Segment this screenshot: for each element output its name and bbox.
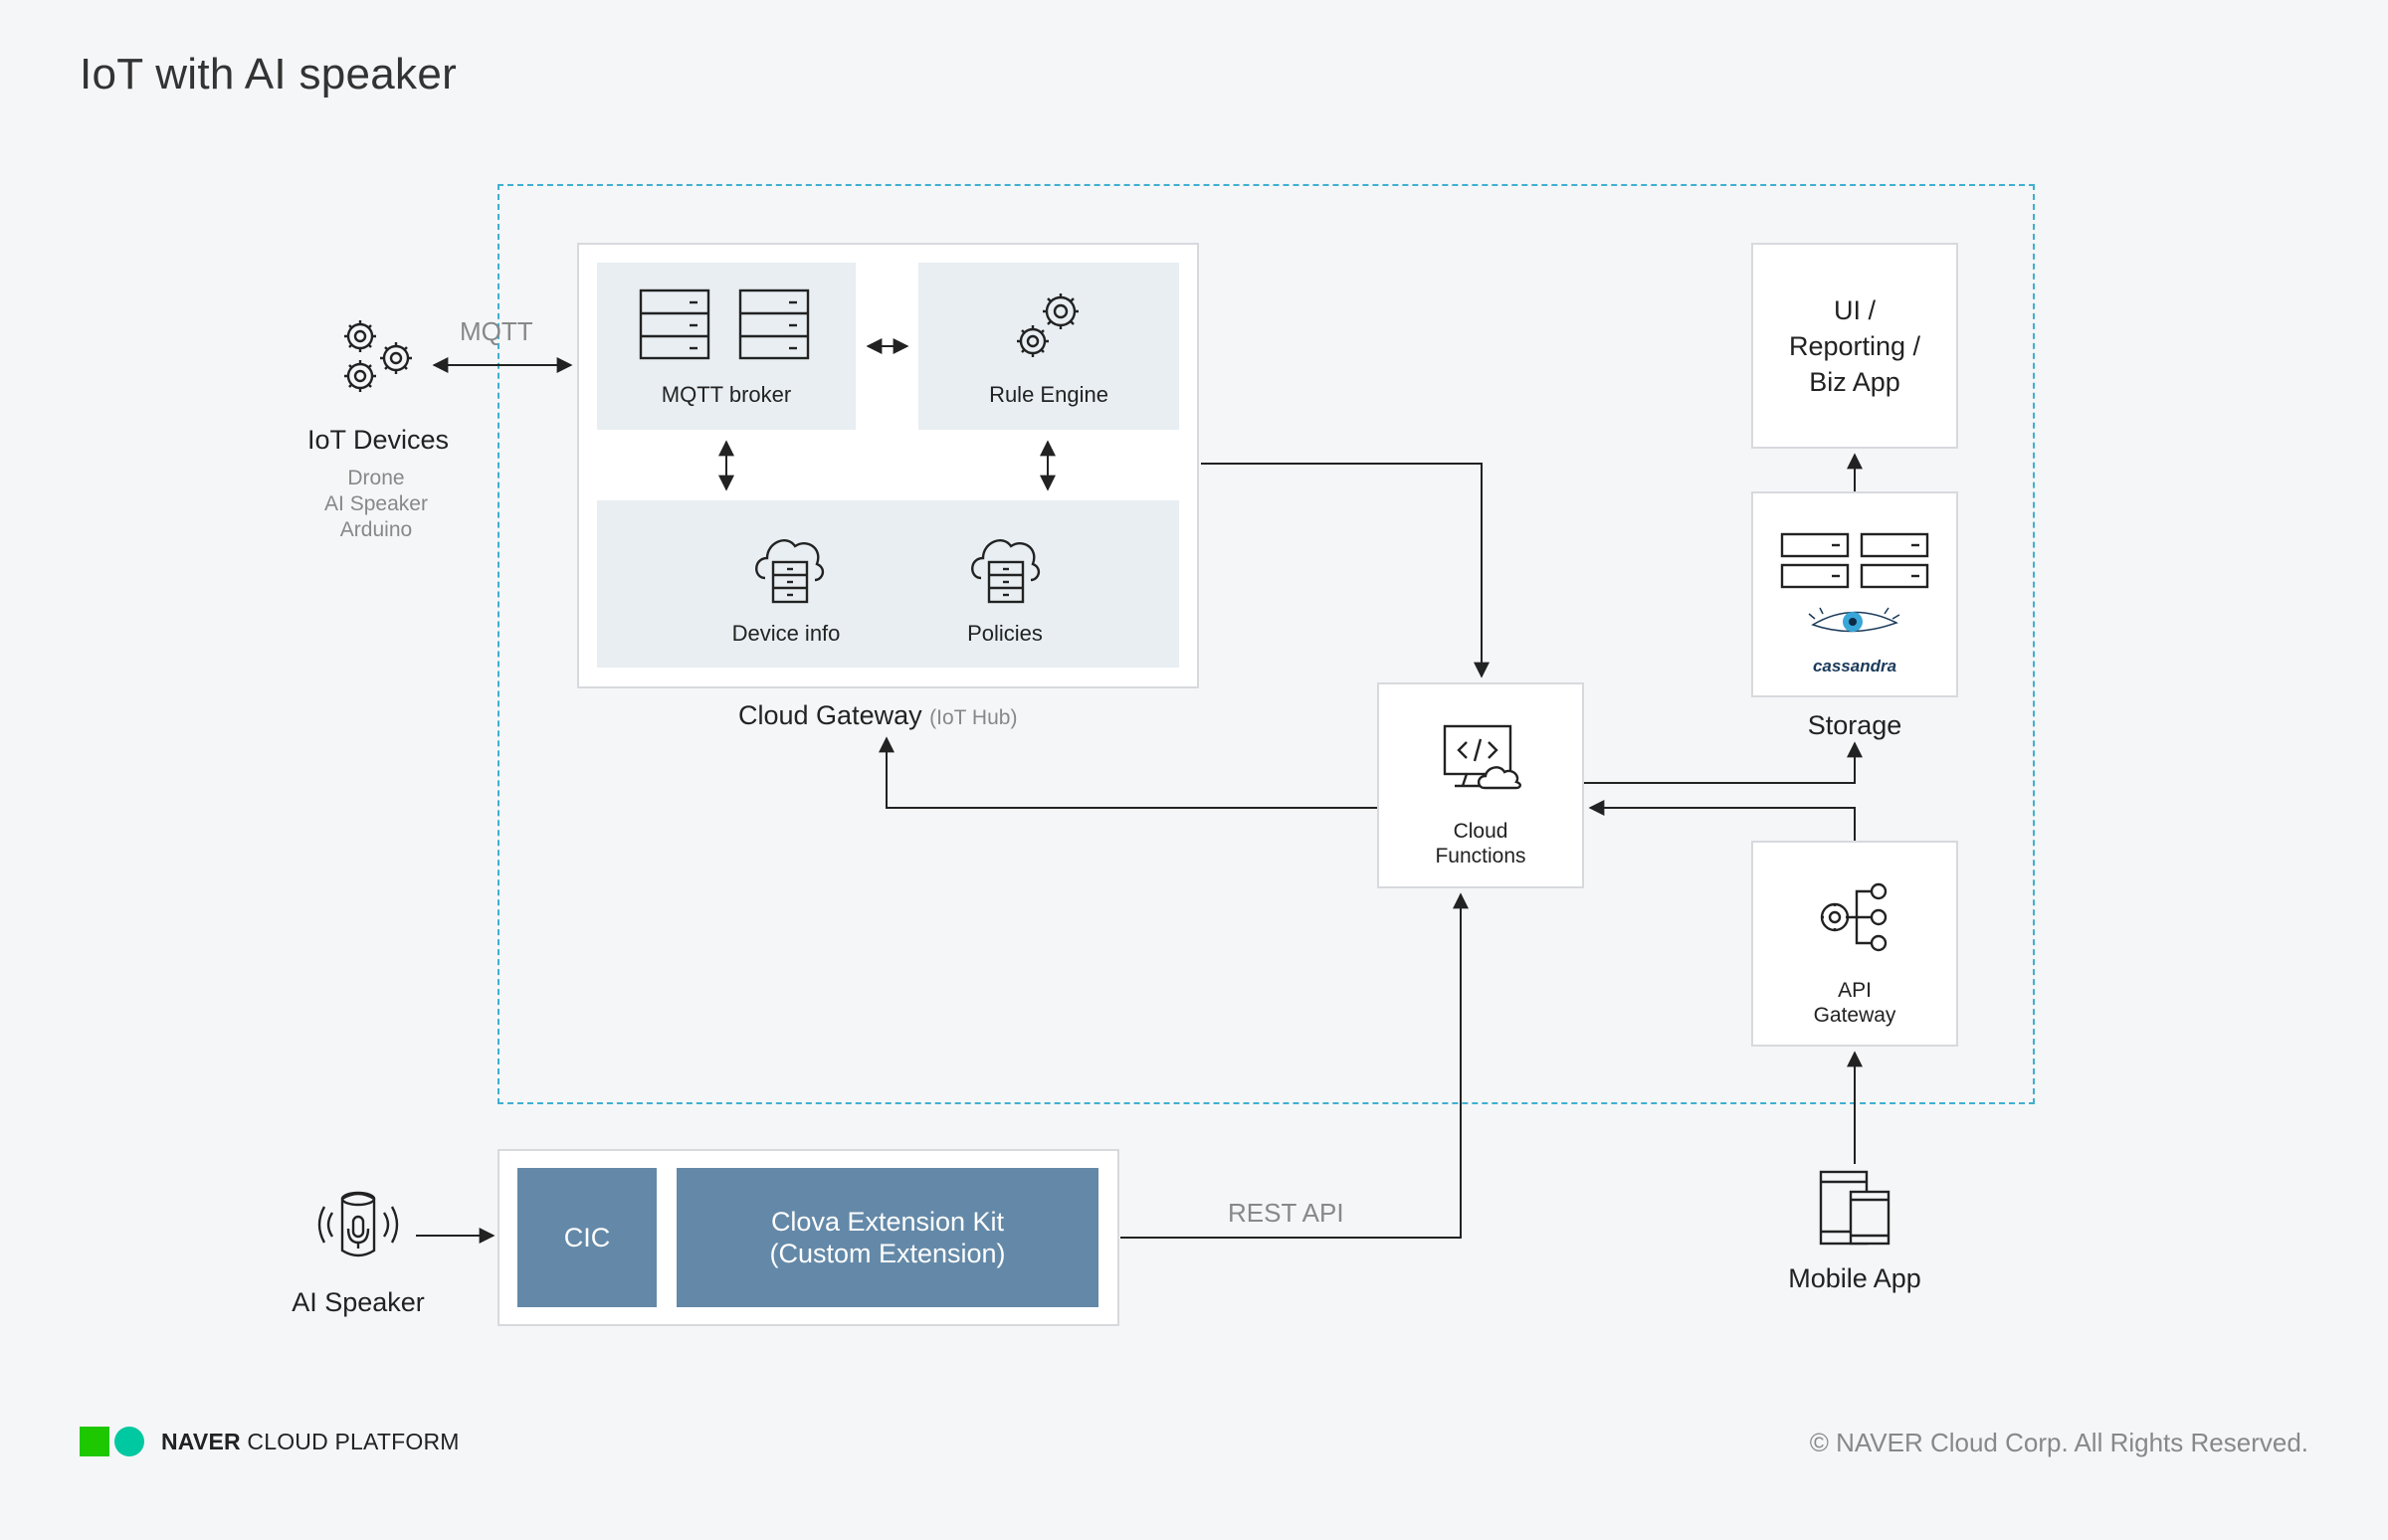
cloud-database-icon bbox=[751, 528, 827, 609]
ui-reporting-label: UI / Reporting / Biz App bbox=[1751, 292, 1958, 400]
iot-devices-icon bbox=[336, 316, 420, 403]
iot-device-ai-speaker: AI Speaker bbox=[324, 492, 428, 515]
ui-reporting-line1: UI / bbox=[1833, 295, 1876, 325]
cloud-functions-label: Cloud Functions bbox=[1377, 819, 1584, 868]
mqtt-protocol-label: MQTT bbox=[460, 316, 533, 346]
cloud-functions-line2: Functions bbox=[1435, 845, 1526, 867]
storage-server-icon bbox=[1780, 532, 1931, 595]
mobile-app-label: Mobile App bbox=[1788, 1263, 1921, 1293]
copyright-text: © NAVER Cloud Corp. All Rights Reserved. bbox=[1809, 1428, 2308, 1457]
cloud-functions-line1: Cloud bbox=[1453, 820, 1508, 843]
cassandra-logo-icon bbox=[1803, 605, 1906, 650]
ai-speaker-icon bbox=[316, 1187, 400, 1273]
storage-label: Storage bbox=[1807, 710, 1902, 740]
mobile-devices-icon bbox=[1817, 1168, 1894, 1252]
cassandra-logo-text: cassandra bbox=[1812, 657, 1897, 675]
api-gateway-line1: API bbox=[1838, 979, 1872, 1002]
server-icon bbox=[638, 288, 817, 366]
ui-reporting-line2: Reporting / bbox=[1788, 331, 1921, 361]
cloud-gateway-label: Cloud Gateway (IoT Hub) bbox=[738, 700, 1017, 731]
cloud-gateway-title: Cloud Gateway bbox=[738, 700, 922, 730]
iot-device-list: Drone AI Speaker Arduino bbox=[277, 466, 476, 543]
iot-device-drone: Drone bbox=[347, 467, 405, 489]
policies-label: Policies bbox=[967, 621, 1043, 646]
brand-name: NAVER CLOUD PLATFORM bbox=[161, 1428, 460, 1454]
iot-device-arduino: Arduino bbox=[339, 518, 413, 541]
naver-logo-icon bbox=[80, 1427, 144, 1456]
iot-devices-title: IoT Devices bbox=[306, 425, 450, 455]
rest-api-label: REST API bbox=[1228, 1198, 1344, 1228]
ai-speaker-label: AI Speaker bbox=[292, 1287, 425, 1317]
device-info-label: Device info bbox=[731, 621, 841, 646]
cloud-database-icon bbox=[967, 528, 1043, 609]
api-network-icon bbox=[1817, 879, 1892, 960]
rule-engine-label: Rule Engine bbox=[989, 382, 1108, 407]
api-gateway-label: API Gateway bbox=[1751, 978, 1958, 1028]
gears-icon bbox=[1011, 286, 1091, 370]
api-gateway-line2: Gateway bbox=[1813, 1004, 1896, 1027]
ui-reporting-line3: Biz App bbox=[1809, 367, 1900, 397]
code-cloud-icon bbox=[1441, 722, 1524, 797]
naver-cloud-logo: NAVER CLOUD PLATFORM bbox=[80, 1426, 460, 1457]
mqtt-broker-label: MQTT broker bbox=[661, 382, 792, 407]
cloud-gateway-sublabel: (IoT Hub) bbox=[929, 706, 1018, 729]
